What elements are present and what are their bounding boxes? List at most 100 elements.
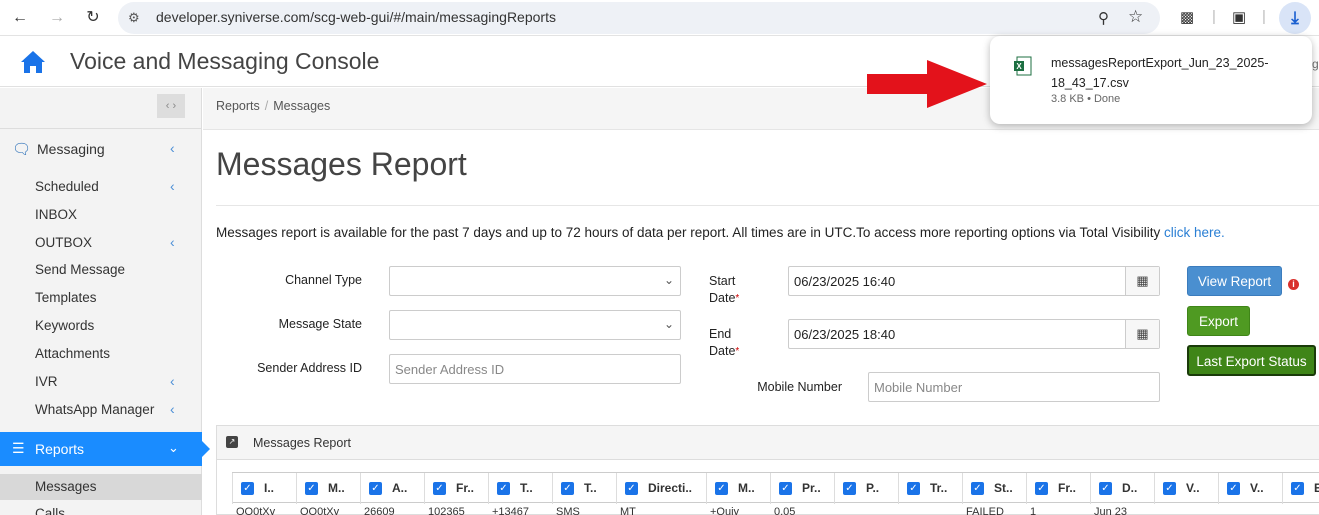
column-checkbox[interactable]: ✓ [1035,482,1048,495]
column-header[interactable]: ✓ T.. [552,473,616,504]
download-file-name[interactable]: messagesReportExport_Jun_23_2025-18_43_1… [1051,53,1301,93]
view-report-button[interactable]: View Report [1187,266,1282,296]
sidebar-item-outbox[interactable]: OUTBOX ‹ [0,230,202,256]
downloads-icon[interactable]: ⤓ [1279,2,1311,34]
column-header[interactable]: ✓ I.. [232,473,296,504]
sender-address-input[interactable]: Sender Address ID [389,354,681,384]
sidebar-item-whatsapp-manager[interactable]: WhatsApp Manager ‹ [0,397,202,423]
column-header[interactable]: ✓ E [1282,473,1319,504]
column-checkbox[interactable]: ✓ [779,482,792,495]
column-header[interactable]: ✓ M.. [296,473,360,504]
sidebar-item-keywords[interactable]: Keywords [0,313,202,339]
column-checkbox[interactable]: ✓ [715,482,728,495]
column-checkbox[interactable]: ✓ [305,482,318,495]
extensions-icon[interactable]: ▩ [1180,8,1194,26]
sidebar-item-messages[interactable]: Messages [0,474,202,500]
sidebar-item-label: Templates [35,290,97,305]
sidebar-item-ivr[interactable]: IVR ‹ [0,369,202,395]
column-checkbox[interactable]: ✓ [497,482,510,495]
column-header[interactable]: ✓ T.. [488,473,552,504]
column-checkbox[interactable]: ✓ [1227,482,1240,495]
forward-arrow-icon[interactable]: → [47,8,67,28]
sidebar-item-templates[interactable]: Templates [0,285,202,311]
sidebar-item-label: Send Message [35,262,126,277]
column-header[interactable]: ✓ Fr.. [1026,473,1090,504]
info-icon[interactable]: i [1288,279,1299,290]
sidebar-item-scheduled[interactable]: Scheduled ‹ [0,174,202,200]
column-header[interactable]: ✓ M.. [706,473,770,504]
zoom-icon[interactable]: ⚲ [1098,9,1109,27]
breadcrumb-reports[interactable]: Reports [216,99,260,113]
message-state-select[interactable]: ⌄ [389,310,681,340]
last-export-status-button[interactable]: Last Export Status [1187,345,1316,376]
total-visibility-link[interactable]: click here. [1164,225,1225,240]
channel-type-select[interactable]: ⌄ [389,266,681,296]
svg-text:X: X [1016,62,1022,71]
sidebar-item-inbox[interactable]: INBOX [0,202,202,228]
column-checkbox[interactable]: ✓ [369,482,382,495]
column-header[interactable]: ✓ V.. [1154,473,1218,504]
user-menu-fragment[interactable]: g [1312,57,1319,71]
column-header[interactable]: ✓ D.. [1090,473,1154,504]
report-panel: ↗ Messages Report ✓ I.. ✓ M.. ✓ A.. ✓ Fr.. ✓ T.. ✓… [216,425,1319,515]
report-grid-header: ✓ I.. ✓ M.. ✓ A.. ✓ Fr.. ✓ T.. ✓ T.. ✓ Directi.. ✓ M.. ✓… [232,472,1319,504]
column-header[interactable]: ✓ Tr.. [898,473,962,504]
back-arrow-icon[interactable]: ← [10,8,30,28]
column-checkbox[interactable]: ✓ [561,482,574,495]
table-row[interactable]: OO0tXy OO0tXy 26609 102365 +13467 SMS MT +Quiy 0… [232,504,1319,515]
column-header[interactable]: ✓ P.. [834,473,898,504]
column-header[interactable]: ✓ St.. [962,473,1026,504]
sidebar-item-reports[interactable]: ☰ Reports ⌄ [0,432,210,466]
address-bar[interactable]: ⚙ developer.syniverse.com/scg-web-gui/#/… [118,2,1160,34]
download-bubble[interactable]: X messagesReportExport_Jun_23_2025-18_43… [990,36,1312,124]
column-checkbox[interactable]: ✓ [241,482,254,495]
column-header-label: D.. [1122,481,1138,495]
home-icon[interactable] [20,49,46,75]
site-settings-icon[interactable]: ⚙ [128,10,140,26]
column-checkbox[interactable]: ✓ [625,482,638,495]
chevron-left-icon: ‹ [170,178,175,194]
tab-search-icon[interactable]: ▣ [1232,8,1246,26]
end-date-label: End Date* [709,326,739,360]
sidebar-item-label: Keywords [35,318,95,333]
column-header[interactable]: ✓ Fr.. [424,473,488,504]
column-header[interactable]: ✓ A.. [360,473,424,504]
sidebar-item-messaging[interactable]: 🗨 Messaging ‹ [0,134,202,164]
column-header[interactable]: ✓ Directi.. [616,473,706,504]
breadcrumb-messages: Messages [273,99,331,113]
sidebar-item-label: OUTBOX [35,235,93,250]
column-checkbox[interactable]: ✓ [1099,482,1112,495]
column-checkbox[interactable]: ✓ [1163,482,1176,495]
calendar-icon[interactable]: ▦ [1125,267,1159,295]
column-checkbox[interactable]: ✓ [1291,482,1304,495]
column-checkbox[interactable]: ✓ [843,482,856,495]
column-header-label: A.. [392,481,408,495]
sidebar-item-label: WhatsApp Manager [35,402,155,417]
column-checkbox[interactable]: ✓ [433,482,446,495]
toolbar-divider: | [1262,8,1266,25]
column-checkbox[interactable]: ✓ [907,482,920,495]
browser-toolbar: ← → ↻ ⚙ developer.syniverse.com/scg-web-… [0,0,1319,36]
column-header-label: M.. [738,481,755,495]
start-date-value: 06/23/2025 16:40 [794,274,896,289]
mobile-number-input[interactable]: Mobile Number [868,372,1160,402]
url-text[interactable]: developer.syniverse.com/scg-web-gui/#/ma… [156,9,556,25]
bookmark-star-icon[interactable]: ☆ [1128,7,1143,27]
column-header-label: Fr.. [456,481,475,495]
column-header[interactable]: ✓ Pr.. [770,473,834,504]
expand-icon[interactable]: ↗ [226,436,238,448]
sidebar-item-send-message[interactable]: Send Message [0,257,202,283]
chevron-left-icon: ‹ [170,234,175,250]
calendar-icon[interactable]: ▦ [1125,320,1159,348]
start-date-picker[interactable]: 06/23/2025 16:40 ▦ [788,266,1160,296]
column-header-label: V.. [1186,481,1200,495]
reload-icon[interactable]: ↻ [83,8,103,28]
report-list-icon: ☰ [12,440,25,456]
end-date-picker[interactable]: 06/23/2025 18:40 ▦ [788,319,1160,349]
export-button[interactable]: Export [1187,306,1250,336]
sidebar-item-attachments[interactable]: Attachments [0,341,202,367]
column-header[interactable]: ✓ V.. [1218,473,1282,504]
sidebar-collapse-toggle[interactable]: ‹ › [157,94,185,118]
sidebar-item-calls[interactable]: Calls [0,501,202,515]
column-checkbox[interactable]: ✓ [971,482,984,495]
